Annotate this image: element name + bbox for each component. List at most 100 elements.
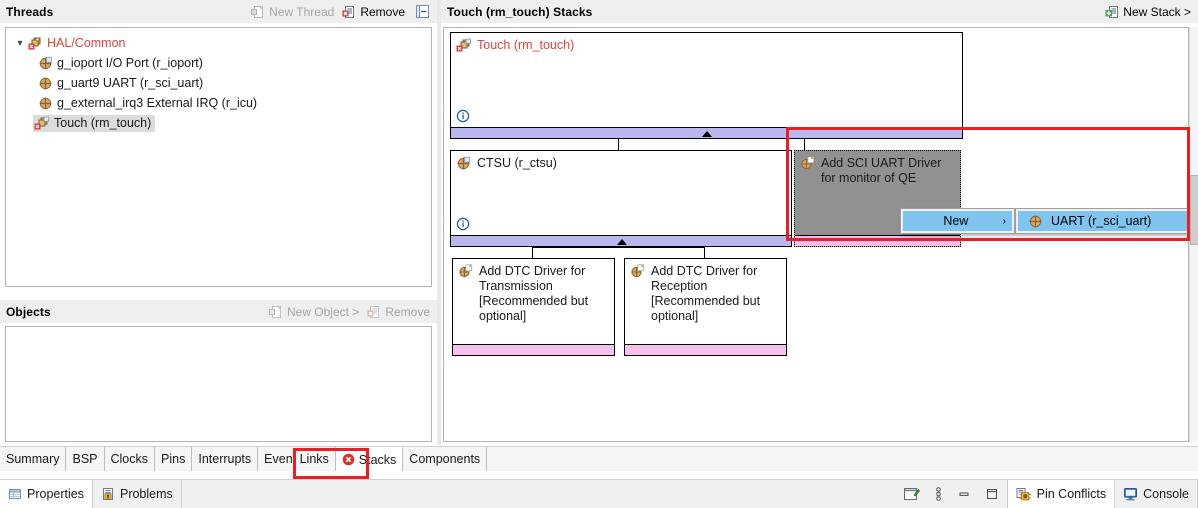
- stacks-vertical-scrollbar[interactable]: [1189, 27, 1198, 442]
- stack-node-label: Add DTC Driver for Transmission [Recomme…: [479, 264, 610, 324]
- stack-node-dtc-reception[interactable]: Add DTC Driver for Reception [Recommende…: [624, 258, 787, 356]
- context-menu-item-new[interactable]: New ›: [903, 211, 1012, 231]
- tab-bsp[interactable]: BSP: [66, 447, 104, 471]
- minimize-icon[interactable]: [957, 487, 971, 501]
- tab-pins[interactable]: Pins: [155, 447, 192, 471]
- tree-item-label: Touch (rm_touch): [54, 116, 151, 130]
- new-view-icon[interactable]: [903, 486, 920, 502]
- tree-item-label: g_uart9 UART (r_sci_uart): [57, 76, 203, 90]
- panel-divider-vertical[interactable]: [437, 0, 441, 445]
- add-driver-icon: [630, 264, 645, 279]
- tab-label: Event Links: [264, 452, 329, 466]
- remove-object-button[interactable]: Remove: [367, 305, 430, 319]
- context-menu-new-label: New: [909, 214, 1003, 228]
- view-tab-pin-conflicts[interactable]: Pin Conflicts: [1007, 480, 1115, 508]
- tree-item-hal-common[interactable]: ▾ HAL/Common: [11, 33, 431, 53]
- stack-node-ctsu[interactable]: CTSU (r_ctsu): [450, 150, 792, 247]
- threads-tree[interactable]: ▾ HAL/Common: [5, 27, 432, 287]
- view-tab-properties[interactable]: Properties: [0, 480, 93, 508]
- objects-list[interactable]: [5, 326, 432, 442]
- threads-panel-header: Threads New Thread: [0, 0, 437, 23]
- stacks-scrollbar-thumb[interactable]: [1190, 175, 1198, 245]
- arrow-up-icon: [617, 239, 627, 245]
- pin-conflicts-icon: [1016, 487, 1032, 502]
- stack-node-label: Add DTC Driver for Reception [Recommende…: [651, 264, 782, 324]
- stack-node-label: Add SCI UART Driver for monitor of QE: [821, 156, 956, 186]
- tab-summary[interactable]: Summary: [0, 447, 66, 471]
- tab-label: Stacks: [359, 453, 397, 467]
- objects-panel-header: Objects New Object >: [0, 300, 437, 323]
- stacks-panel-header: Touch (rm_touch) Stacks New Stack >: [441, 0, 1198, 23]
- thread-icon: [34, 116, 50, 131]
- stack-node-expand-bar[interactable]: [451, 235, 791, 246]
- chevron-down-icon[interactable]: ▾: [13, 38, 27, 49]
- stack-node-dtc-transmission[interactable]: Add DTC Driver for Transmission [Recomme…: [452, 258, 615, 356]
- view-tab-label: Pin Conflicts: [1037, 487, 1106, 501]
- tab-interrupts[interactable]: Interrupts: [192, 447, 258, 471]
- thread-icon: [456, 38, 472, 53]
- stacks-canvas[interactable]: Touch (rm_touch) CTSU (r_: [443, 27, 1189, 442]
- tree-item-touch[interactable]: Touch (rm_touch): [11, 113, 431, 133]
- new-stack-button[interactable]: New Stack >: [1105, 5, 1191, 19]
- add-driver-icon: [800, 156, 815, 171]
- context-menu-item-uart[interactable]: UART (r_sci_uart): [1018, 211, 1189, 231]
- tree-item-label: HAL/Common: [47, 36, 126, 50]
- bottom-view-toolbar[interactable]: [903, 486, 1007, 502]
- new-object-button[interactable]: New Object >: [269, 305, 359, 319]
- context-menu[interactable]: New ›: [900, 208, 1015, 234]
- editor-tab-bar[interactable]: Summary BSP Clocks Pins Interrupts Event…: [0, 446, 1198, 471]
- view-tab-problems[interactable]: Problems: [93, 480, 182, 508]
- tree-item-label: g_external_irq3 External IRQ (r_icu): [57, 96, 257, 110]
- module-icon: [38, 56, 53, 71]
- tree-item-g-ioport[interactable]: g_ioport I/O Port (r_ioport): [11, 53, 431, 73]
- module-icon: [1028, 214, 1043, 229]
- view-menu-icon[interactable]: [934, 486, 943, 502]
- tab-bar-filler: [487, 447, 1198, 471]
- tab-label: Clocks: [111, 452, 149, 466]
- threads-panel-title: Threads: [0, 5, 53, 19]
- new-thread-button[interactable]: New Thread: [251, 5, 334, 19]
- new-stack-icon: [1105, 5, 1119, 19]
- bottom-view-bar[interactable]: Properties Problems: [0, 479, 1198, 508]
- info-icon[interactable]: [456, 217, 470, 231]
- tree-item-g-uart9[interactable]: g_uart9 UART (r_sci_uart): [11, 73, 431, 93]
- tree-item-g-external-irq3[interactable]: g_external_irq3 External IRQ (r_icu): [11, 93, 431, 113]
- remove-icon: [367, 305, 381, 319]
- tree-item-label: g_ioport I/O Port (r_ioport): [57, 56, 203, 70]
- arrow-up-icon: [702, 131, 712, 137]
- connector-line: [804, 138, 805, 150]
- view-tab-console[interactable]: Console: [1115, 480, 1198, 508]
- tab-clocks[interactable]: Clocks: [105, 447, 156, 471]
- context-menu-item-label: UART (r_sci_uart): [1051, 214, 1151, 228]
- connector-line: [532, 247, 533, 258]
- stack-node-status-bar[interactable]: [795, 235, 960, 246]
- tab-event-links[interactable]: Event Links: [258, 447, 336, 471]
- tab-label: Interrupts: [198, 452, 251, 466]
- tab-stacks[interactable]: Stacks: [336, 447, 404, 471]
- stack-node-status-bar[interactable]: [453, 344, 614, 355]
- add-driver-icon: [458, 264, 473, 279]
- new-object-label: New Object >: [287, 305, 359, 319]
- maximize-icon[interactable]: [985, 487, 999, 501]
- properties-icon: [8, 487, 22, 501]
- tab-label: Summary: [6, 452, 59, 466]
- problems-icon: [101, 487, 115, 501]
- stack-node-status-bar[interactable]: [625, 344, 786, 355]
- stacks-panel-title: Touch (rm_touch) Stacks: [441, 5, 592, 19]
- tab-label: BSP: [72, 452, 97, 466]
- stack-node-touch[interactable]: Touch (rm_touch): [450, 32, 963, 139]
- connector-line: [618, 138, 619, 150]
- context-submenu[interactable]: UART (r_sci_uart): [1015, 208, 1189, 234]
- stack-node-label: Touch (rm_touch): [477, 38, 958, 53]
- collapse-all-icon[interactable]: [415, 4, 430, 19]
- new-thread-icon: [251, 5, 265, 19]
- stack-node-expand-bar[interactable]: [451, 127, 962, 138]
- remove-thread-button[interactable]: Remove: [342, 5, 405, 19]
- view-tab-label: Problems: [120, 487, 173, 501]
- chevron-right-icon: ›: [1003, 216, 1006, 227]
- remove-icon: [342, 5, 356, 19]
- tab-components[interactable]: Components: [403, 447, 487, 471]
- info-icon[interactable]: [456, 109, 470, 123]
- remove-object-label: Remove: [385, 305, 430, 319]
- console-icon: [1123, 487, 1138, 501]
